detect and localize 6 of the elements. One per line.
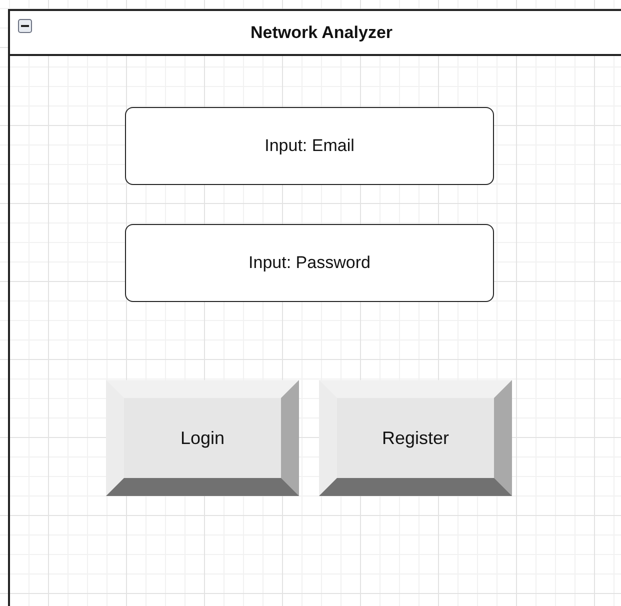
input-field[interactable]: Input: Email <box>125 107 494 185</box>
bevel-button[interactable]: Login <box>106 380 299 496</box>
collapse-icon[interactable] <box>18 19 32 33</box>
bevel-button[interactable]: Register <box>319 380 512 496</box>
input-field[interactable]: Input: Password <box>125 224 494 302</box>
window-title: Network Analyzer <box>250 22 393 42</box>
